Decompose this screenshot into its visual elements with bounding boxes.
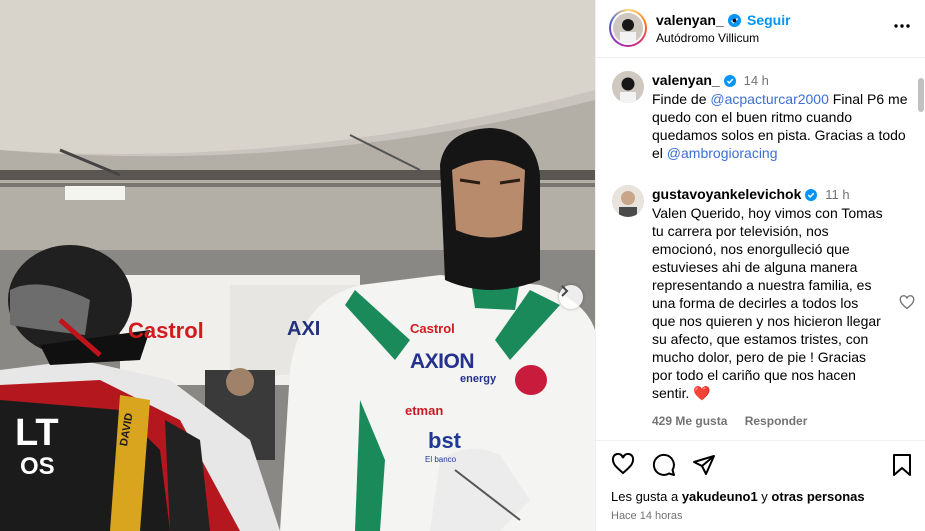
suit-energy: energy [460, 373, 497, 385]
comment-like-heart-icon[interactable] [899, 295, 915, 310]
caption-comment: valenyan_ 14 h Finde de @acpacturcar2000… [612, 71, 912, 181]
likes-others[interactable]: otras personas [771, 489, 864, 504]
banner-axion: AXI [287, 318, 321, 340]
more-options-icon[interactable] [893, 17, 911, 35]
chevron-right-icon [561, 285, 569, 297]
mention-ambrogioracing[interactable]: @ambrogioracing [667, 145, 778, 161]
caption-text-1: Finde de [652, 91, 711, 107]
car-text-lt: LT [15, 412, 59, 454]
suit-etman: etman [405, 403, 444, 418]
mention-acpacturcar2000[interactable]: @acpacturcar2000 [710, 91, 829, 107]
post-header: valenyan_ • Seguir Autódromo Villicum [596, 0, 925, 58]
comment-text: Valen Querido, hoy vimos con Tomas tu ca… [652, 205, 883, 401]
comment-body: gustavoyankelevichok 11 h Valen Querido,… [652, 185, 884, 430]
suit-bst: bst [428, 428, 461, 453]
post-timestamp[interactable]: Hace 14 horas [611, 510, 683, 522]
author-username[interactable]: valenyan_ [656, 12, 741, 28]
caption-username[interactable]: valenyan_ [652, 72, 736, 88]
likes-middle: y [757, 489, 772, 504]
comment-icon[interactable] [652, 453, 676, 477]
caption-username-text[interactable]: valenyan_ [652, 72, 720, 88]
car-text-os: OS [20, 453, 55, 480]
verified-icon [723, 75, 736, 87]
suit-castrol: Castrol [410, 321, 455, 336]
caption-body: valenyan_ 14 h Finde de @acpacturcar2000… [652, 71, 912, 162]
suit-axion: AXION [410, 350, 475, 373]
heart-icon[interactable] [611, 453, 635, 475]
suit-elbanco: El banco [425, 455, 457, 464]
post-photo[interactable]: Castrol AXI Castrol AXION energy etman b… [0, 0, 595, 531]
likes-user[interactable]: yakudeuno1 [682, 489, 758, 504]
comments-list[interactable]: valenyan_ 14 h Finde de @acpacturcar2000… [596, 58, 925, 440]
header-separator: • [732, 12, 737, 28]
caption-time[interactable]: 14 h [744, 73, 769, 88]
post-side-panel: valenyan_ • Seguir Autódromo Villicum va… [595, 0, 925, 531]
comment-time[interactable]: 11 h [825, 187, 849, 202]
comment-likes[interactable]: 429 Me gusta [652, 414, 727, 428]
post-location[interactable]: Autódromo Villicum [656, 31, 759, 45]
author-avatar [613, 13, 643, 43]
bookmark-icon[interactable] [891, 453, 913, 477]
share-icon[interactable] [692, 453, 716, 477]
comment-item: gustavoyankelevichok 11 h Valen Querido,… [612, 185, 915, 430]
comment-heart-emoji: ❤️ [693, 385, 711, 401]
likes-prefix: Les gusta a [611, 489, 682, 504]
caption-avatar[interactable] [612, 71, 644, 103]
author-username-text[interactable]: valenyan_ [656, 12, 724, 28]
photo-illustration [0, 0, 595, 531]
next-photo-button[interactable] [559, 285, 583, 309]
follow-button[interactable]: Seguir [747, 12, 791, 28]
verified-icon [805, 189, 818, 201]
author-avatar-ring[interactable] [609, 9, 647, 47]
comment-meta: 429 Me gusta Responder [652, 412, 884, 430]
commenter-username-text[interactable]: gustavoyankelevichok [652, 186, 801, 202]
comments-scrollbar[interactable] [918, 78, 924, 112]
commenter-avatar[interactable] [612, 185, 644, 217]
post-actions: Les gusta a yakudeuno1 y otras personas … [596, 440, 925, 531]
likes-summary: Les gusta a yakudeuno1 y otras personas [611, 489, 865, 504]
commenter-username[interactable]: gustavoyankelevichok [652, 186, 818, 202]
suit-logo-circle [515, 365, 547, 395]
reply-button[interactable]: Responder [745, 414, 808, 428]
banner-castrol: Castrol [128, 318, 204, 343]
